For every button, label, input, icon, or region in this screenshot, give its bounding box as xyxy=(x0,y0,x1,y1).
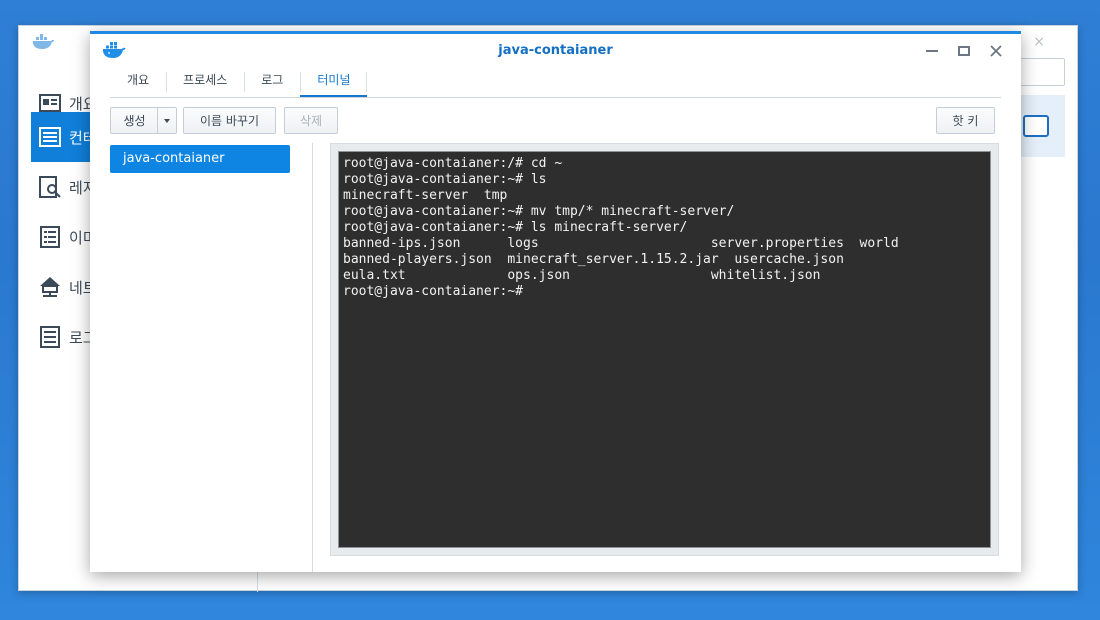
tab-process[interactable]: 프로세스 xyxy=(166,68,244,97)
terminal-line: banned-ips.json logs server.properties w… xyxy=(343,236,899,251)
hotkey-button[interactable]: 핫 키 xyxy=(936,107,995,134)
log-list-icon xyxy=(40,326,60,348)
toolbar: 생성 이름 바꾸기 삭제 핫 키 xyxy=(110,107,995,135)
container-list-icon xyxy=(39,127,61,147)
tab-bar: 개요 프로세스 로그 터미널 xyxy=(110,68,1001,98)
session-item[interactable]: java-contaianer xyxy=(110,145,290,173)
network-icon xyxy=(40,277,60,297)
chevron-down-icon xyxy=(164,118,170,123)
terminal-line: eula.txt ops.json whitelist.json xyxy=(343,268,821,283)
close-icon[interactable] xyxy=(987,42,1005,60)
terminal-line: root@java-contaianer:~# mv tmp/* minecra… xyxy=(343,204,735,219)
maximize-icon[interactable] xyxy=(955,42,973,60)
terminal-line: root@java-contaianer:~# ls minecraft-ser… xyxy=(343,220,688,235)
tab-terminal[interactable]: 터미널 xyxy=(300,68,368,97)
overview-card-icon xyxy=(39,94,61,112)
tab-log[interactable]: 로그 xyxy=(244,68,300,97)
delete-button[interactable]: 삭제 xyxy=(284,107,338,134)
background-divider xyxy=(257,571,258,592)
background-toggle-switch[interactable] xyxy=(1023,115,1049,137)
container-detail-window: java-contaianer 개요 프로세스 로그 터미널 생성 이름 바꾸기… xyxy=(90,31,1021,572)
tab-overview[interactable]: 개요 xyxy=(110,68,166,97)
terminal-line: banned-players.json minecraft_server.1.1… xyxy=(343,252,844,267)
image-list-icon xyxy=(40,226,60,248)
terminal-frame: root@java-contaianer:/# cd ~ root@java-c… xyxy=(330,143,999,556)
terminal-line: root@java-contaianer:~# xyxy=(343,284,524,299)
terminal-console[interactable]: root@java-contaianer:/# cd ~ root@java-c… xyxy=(338,151,991,548)
rename-button[interactable]: 이름 바꾸기 xyxy=(183,107,276,134)
terminal-line: root@java-contaianer:~# ls xyxy=(343,172,547,187)
terminal-line: minecraft-server tmp xyxy=(343,188,508,203)
terminal-line: root@java-contaianer:/# cd ~ xyxy=(343,156,563,171)
panel-divider xyxy=(312,143,313,572)
terminal-session-list: java-contaianer xyxy=(110,145,290,173)
create-dropdown-button[interactable] xyxy=(157,107,177,134)
window-titlebar[interactable]: java-contaianer xyxy=(90,34,1021,68)
registry-search-icon xyxy=(39,176,61,198)
window-title: java-contaianer xyxy=(498,43,613,58)
docker-whale-icon xyxy=(33,34,54,49)
window-controls xyxy=(923,42,1005,60)
minimize-icon[interactable] xyxy=(923,42,941,60)
create-button[interactable]: 생성 xyxy=(110,107,158,134)
